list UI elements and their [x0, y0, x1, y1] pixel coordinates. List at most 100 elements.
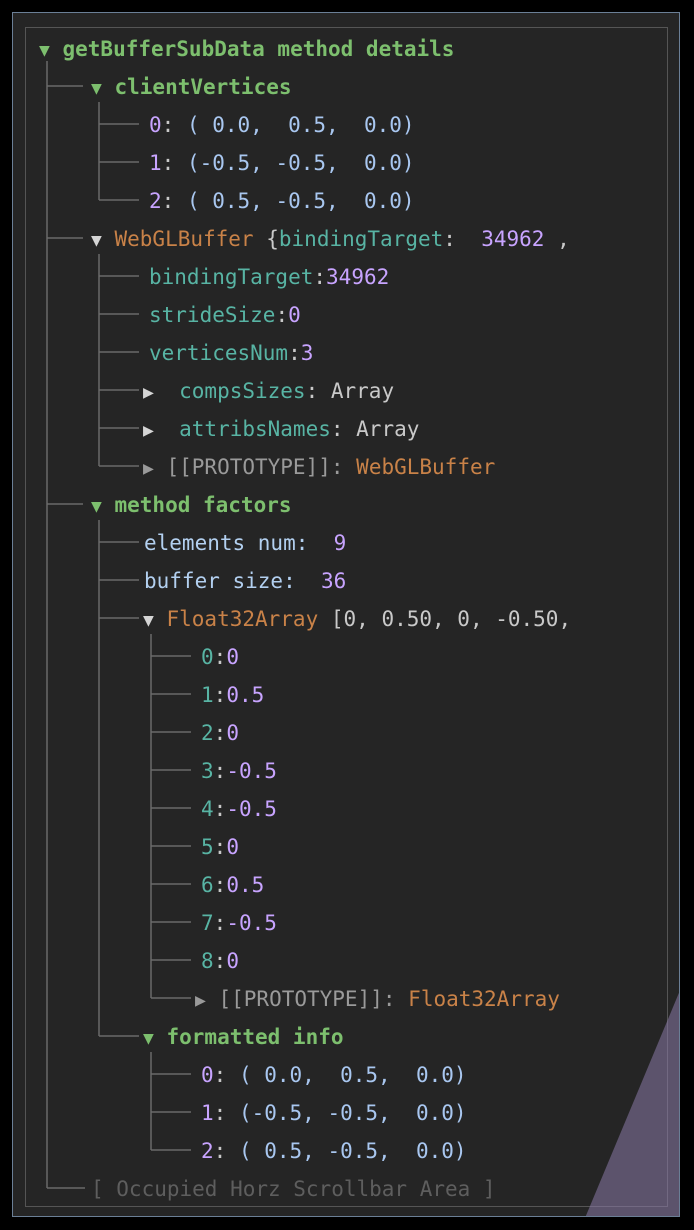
item-index: 4	[201, 797, 214, 821]
list-item: 3:-0.5	[201, 759, 277, 783]
property-value: 34962	[326, 265, 390, 289]
buffer-size-label: buffer size:	[144, 569, 296, 593]
preview-value: 34962	[481, 227, 545, 251]
item-index: 7	[201, 911, 214, 935]
tree-node-float32-prototype[interactable]: ▶ [[PROTOTYPE]]: Float32Array	[195, 982, 560, 1016]
prototype-value: WebGLBuffer	[356, 455, 496, 479]
list-item: 1:0.5	[201, 683, 265, 707]
item-value: -0.5	[226, 759, 277, 783]
property-row: bindingTarget:34962	[149, 265, 390, 289]
item-index: 1	[201, 683, 214, 707]
elements-num-label: elements num:	[144, 531, 309, 555]
list-item: 2: ( 0.5, -0.5, 0.0)	[201, 1139, 467, 1163]
tree-node-webgl-buffer[interactable]: ▼ WebGLBuffer {bindingTarget: 34962 ,	[91, 222, 570, 256]
tree-node-comps-sizes[interactable]: ▶ compsSizes: Array	[143, 374, 394, 408]
float32-preview: [0, 0.50, 0, -0.50,	[330, 607, 572, 631]
root-title: getBufferSubData method details	[62, 37, 455, 61]
item-value: (-0.5, -0.5, 0.0)	[238, 1101, 467, 1125]
prototype-label: [[PROTOTYPE]]:	[166, 455, 344, 479]
expanded-triangle-icon[interactable]: ▼	[143, 1028, 154, 1049]
item-value: 0	[226, 721, 239, 745]
float32-label: Float32Array	[166, 607, 319, 631]
property-key: bindingTarget	[149, 265, 314, 289]
property-row: strideSize:0	[149, 303, 301, 327]
item-index: 3	[201, 759, 214, 783]
formatted-info-label: formatted info	[166, 1025, 344, 1049]
tree-node-float32-array[interactable]: ▼ Float32Array [0, 0.50, 0, -0.50,	[143, 602, 571, 636]
item-value: ( 0.0, 0.5, 0.0)	[186, 113, 415, 137]
expanded-triangle-icon[interactable]: ▼	[91, 496, 102, 517]
item-value: 0	[226, 835, 239, 859]
list-item: 8:0	[201, 949, 239, 973]
preview-tail: ,	[557, 227, 570, 251]
item-value: (-0.5, -0.5, 0.0)	[186, 151, 415, 175]
property-key: verticesNum	[149, 341, 289, 365]
list-item: 6:0.5	[201, 873, 265, 897]
preview-brace: {	[266, 227, 279, 251]
item-value: 0.5	[226, 683, 265, 707]
item-value: -0.5	[226, 797, 277, 821]
property-value: 0	[288, 303, 301, 327]
item-index: 1	[201, 1101, 214, 1125]
elements-num-row: elements num: 9	[144, 526, 346, 560]
list-item: 4:-0.5	[201, 797, 277, 821]
item-index: 5	[201, 835, 214, 859]
item-value: ( 0.5, -0.5, 0.0)	[186, 189, 415, 213]
list-item: 5:0	[201, 835, 239, 859]
tree-node-method-factors[interactable]: ▼ method factors	[91, 488, 292, 522]
webgl-buffer-label: WebGLBuffer	[114, 227, 254, 251]
scrollbar-area-label: [ Occupied Horz Scrollbar Area ]	[91, 1177, 496, 1201]
property-value: 3	[300, 341, 314, 365]
list-item: 0: ( 0.0, 0.5, 0.0)	[149, 113, 415, 137]
prototype-label: [[PROTOTYPE]]:	[218, 987, 396, 1011]
expanded-triangle-icon[interactable]: ▼	[39, 40, 50, 61]
expanded-triangle-icon[interactable]: ▼	[143, 610, 154, 631]
list-item: 1: (-0.5, -0.5, 0.0)	[201, 1101, 467, 1125]
item-value: ( 0.5, -0.5, 0.0)	[238, 1139, 467, 1163]
buffer-size-value: 36	[321, 569, 347, 593]
property-value: Array	[356, 417, 420, 441]
property-row: verticesNum:3	[149, 341, 314, 365]
item-index: 2	[201, 721, 214, 745]
elements-num-value: 9	[333, 531, 347, 555]
item-index: 1	[149, 151, 162, 175]
property-key: attribsNames	[179, 417, 331, 441]
method-factors-label: method factors	[114, 493, 292, 517]
tree-node-formatted-info[interactable]: ▼ formatted info	[143, 1020, 344, 1054]
property-value: Array	[330, 379, 395, 403]
item-value: 0	[226, 949, 239, 973]
item-value: ( 0.0, 0.5, 0.0)	[238, 1063, 467, 1087]
client-vertices-label: clientVertices	[114, 75, 292, 99]
item-value: 0.5	[226, 873, 265, 897]
item-index: 0	[149, 113, 162, 137]
property-key: compsSizes	[179, 379, 306, 403]
list-item: 2:0	[201, 721, 239, 745]
item-index: 2	[149, 189, 162, 213]
item-index: 2	[201, 1139, 214, 1163]
list-item: 7:-0.5	[201, 911, 277, 935]
inspector-panel: ▼ getBufferSubData method details ▼ clie…	[12, 12, 680, 1217]
tree-root-row[interactable]: ▼ getBufferSubData method details	[39, 32, 454, 66]
list-item: 0: ( 0.0, 0.5, 0.0)	[201, 1063, 467, 1087]
prototype-value: Float32Array	[408, 987, 560, 1011]
expanded-triangle-icon[interactable]: ▼	[91, 230, 102, 251]
list-item: 1: (-0.5, -0.5, 0.0)	[149, 151, 415, 175]
list-item: 0:0	[201, 645, 239, 669]
tree-node-client-vertices[interactable]: ▼ clientVertices	[91, 70, 292, 104]
collapsed-triangle-icon[interactable]: ▶	[195, 990, 206, 1011]
collapsed-triangle-icon[interactable]: ▶	[143, 382, 154, 403]
buffer-size-row: buffer size: 36	[144, 564, 346, 598]
item-index: 6	[201, 873, 214, 897]
collapsed-triangle-icon[interactable]: ▶	[143, 458, 154, 479]
expanded-triangle-icon[interactable]: ▼	[91, 78, 102, 99]
property-key: strideSize	[149, 303, 276, 327]
tree-node-webgl-prototype[interactable]: ▶ [[PROTOTYPE]]: WebGLBuffer	[143, 450, 495, 484]
horizontal-scrollbar-area[interactable]: [ Occupied Horz Scrollbar Area ]	[91, 1172, 496, 1206]
item-value: -0.5	[226, 911, 277, 935]
item-index: 0	[201, 645, 214, 669]
list-item: 2: ( 0.5, -0.5, 0.0)	[149, 189, 415, 213]
item-index: 8	[201, 949, 214, 973]
collapsed-triangle-icon[interactable]: ▶	[143, 420, 154, 441]
tree-node-attribs-names[interactable]: ▶ attribsNames: Array	[143, 412, 419, 446]
item-index: 0	[201, 1063, 214, 1087]
